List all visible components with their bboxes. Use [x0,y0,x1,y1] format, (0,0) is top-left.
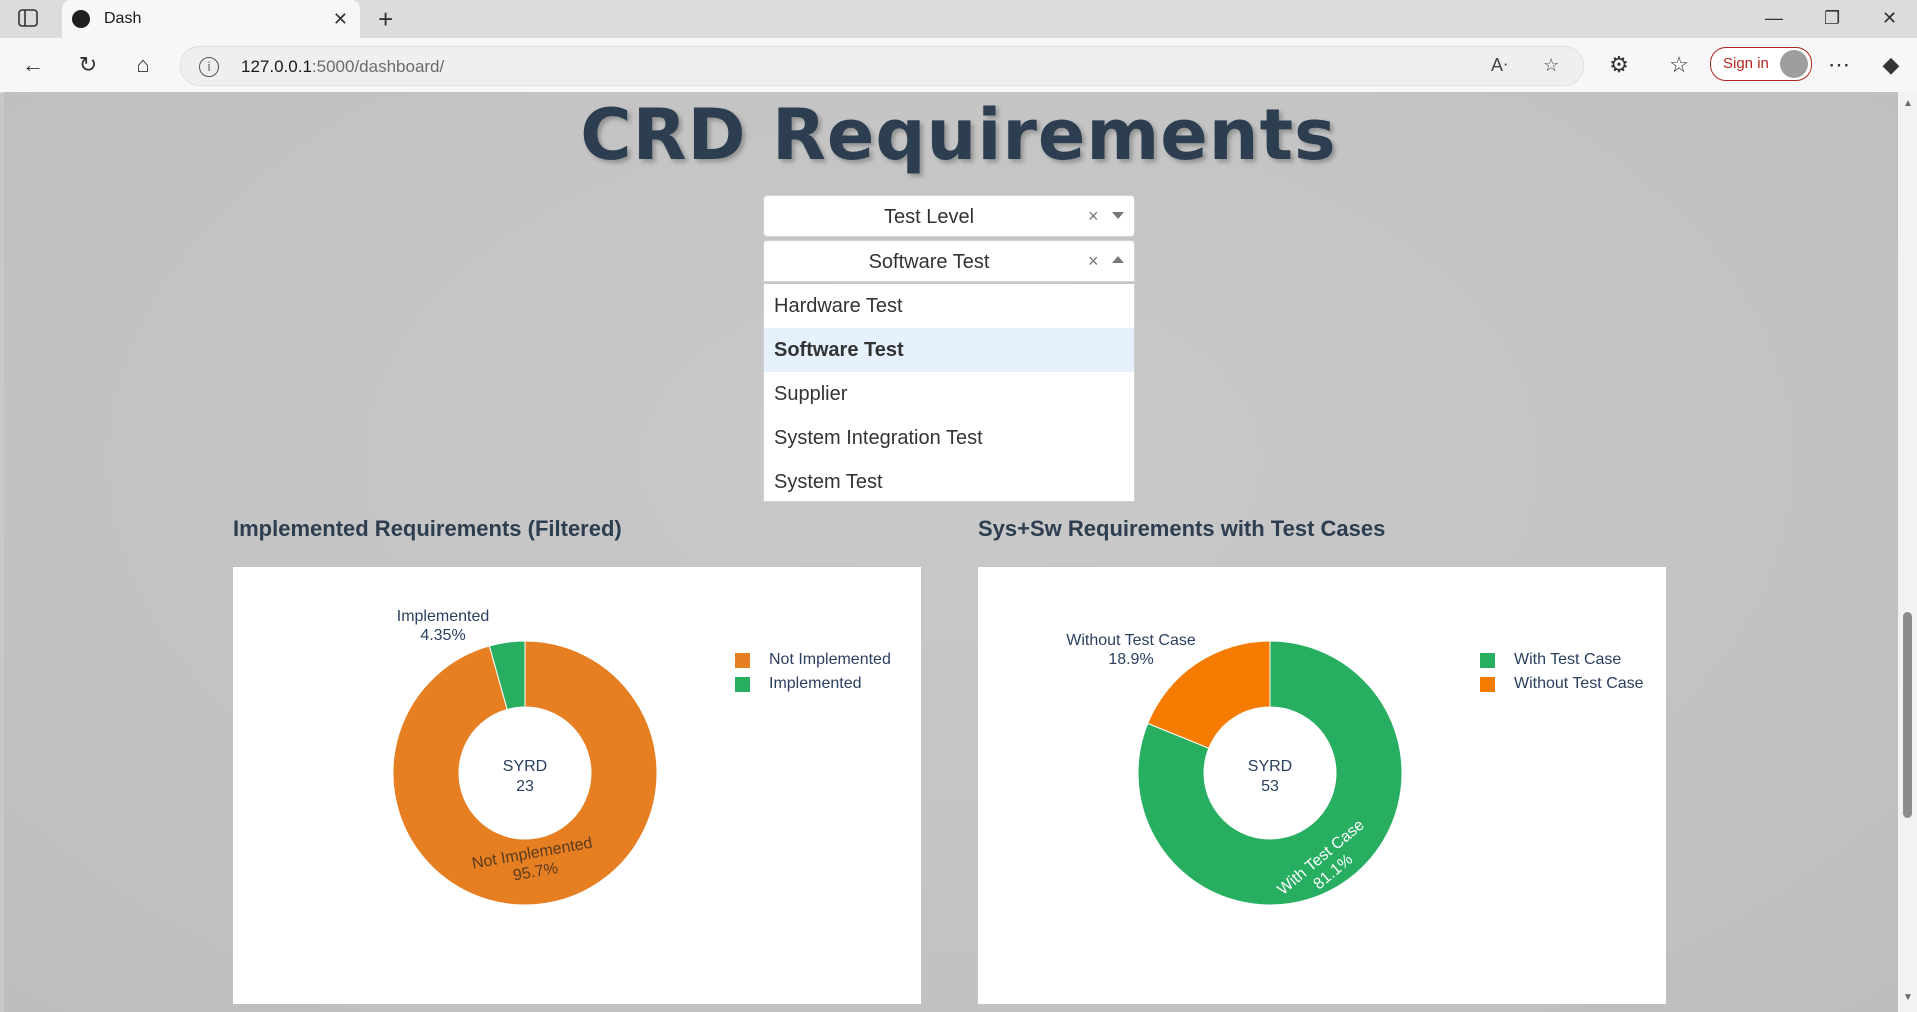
donut-chart: SYRD23Not Implemented95.7%Implemented4.3… [392,608,658,906]
legend-swatch [1480,677,1495,692]
scrollbar-thumb[interactable] [1903,612,1912,818]
dropdown-option[interactable]: Hardware Test [764,284,1134,328]
svg-text:Implemented: Implemented [397,608,490,625]
address-bar[interactable]: i 127.0.0.1:5000/dashboard/ Aᐧ ☆ [180,46,1584,86]
tab-actions-icon[interactable] [18,9,38,27]
chart-card: SYRD 23 Not Implemented 95.7% Implemented 4.3… [233,567,921,1004]
tab-title: Dash [104,10,142,27]
chart-title: Sys+Sw Requirements with Test Cases [978,516,1386,541]
read-aloud-icon[interactable]: Aᐧ [1491,55,1508,76]
favorite-star-icon[interactable]: ☆ [1543,55,1559,76]
tab-bar: Dash ✕ + — ❐ ✕ [0,0,1917,38]
home-icon[interactable]: ⌂ [130,52,156,78]
refresh-icon[interactable]: ↻ [75,52,101,78]
chevron-up-icon[interactable] [1112,256,1124,263]
clear-icon[interactable]: × [1088,251,1099,272]
dropdown-option[interactable]: Supplier [764,372,1134,416]
donut-center-label: SYRD [1248,758,1292,775]
chevron-down-icon[interactable] [1112,212,1124,219]
test-level-value: Test Level [883,206,975,228]
restore-icon[interactable]: ❐ [1824,8,1840,29]
legend-item[interactable]: With Test Case [1480,649,1644,673]
tab-close-icon[interactable]: ✕ [333,9,348,30]
test-type-dropdown[interactable]: Software Test × [763,240,1135,282]
copilot-icon[interactable]: ◆ [1878,52,1904,78]
donut-chart: SYRD53With Test Case81.1%Without Test Ca… [1066,632,1403,906]
new-tab-icon[interactable]: + [378,4,393,35]
legend-item[interactable]: Not Implemented [735,649,891,673]
legend-swatch [735,677,750,692]
svg-text:Without Test Case: Without Test Case [1066,632,1196,649]
legend-swatch [735,653,750,668]
site-info-icon[interactable]: i [199,57,219,77]
legend-swatch [1480,653,1495,668]
chart-title: Implemented Requirements (Filtered) [233,516,622,541]
browser-toolbar: ← ↻ ⌂ i 127.0.0.1:5000/dashboard/ Aᐧ ☆ ⚙… [0,38,1917,93]
more-menu-icon[interactable]: ⋯ [1826,52,1852,78]
chart-legend: Not Implemented Implemented [735,649,891,697]
donut-center-label: SYRD [503,758,547,775]
donut-center-value: 53 [1261,778,1279,795]
sign-in-button[interactable]: Sign in [1710,47,1812,81]
dash-favicon-icon [72,10,90,28]
test-type-value[interactable]: Software Test [764,251,1094,274]
legend-item[interactable]: Without Test Case [1480,673,1644,697]
slice-label: Without Test Case 18.9% [1066,632,1196,668]
legend-item[interactable]: Implemented [735,673,891,697]
dropdown-option-selected[interactable]: Software Test [764,328,1134,372]
svg-text:4.35%: 4.35% [420,627,465,644]
extensions-icon[interactable]: ⚙ [1606,52,1632,78]
dropdown-menu: Hardware Test Software Test Supplier Sys… [763,284,1135,502]
page-scrollbar[interactable]: ▲ ▼ [1898,92,1917,1012]
avatar-icon [1780,50,1808,78]
window-close-icon[interactable]: ✕ [1882,8,1897,29]
slice-label: Implemented 4.35% [397,608,490,644]
browser-tab[interactable]: Dash ✕ [62,0,360,38]
chart-card: SYRD 53 With Test Case 81.1% Without Test Ca… [978,567,1666,1004]
clear-icon[interactable]: × [1088,206,1099,227]
dropdown-option[interactable]: System Test [764,460,1134,504]
chart-legend: With Test Case Without Test Case [1480,649,1644,697]
back-icon[interactable]: ← [20,52,46,78]
scroll-down-icon[interactable]: ▼ [1903,992,1913,1003]
minimize-icon[interactable]: — [1765,8,1783,29]
svg-text:18.9%: 18.9% [1108,651,1153,668]
dropdown-option[interactable]: System Integration Test [764,416,1134,460]
favorites-icon[interactable]: ☆ [1666,52,1692,78]
page-title: CRD Requirements [580,94,1337,176]
url-text: 127.0.0.1:5000/dashboard/ [241,57,445,76]
donut-center-value: 23 [516,778,534,795]
test-level-dropdown[interactable]: Test Level × [763,195,1135,237]
